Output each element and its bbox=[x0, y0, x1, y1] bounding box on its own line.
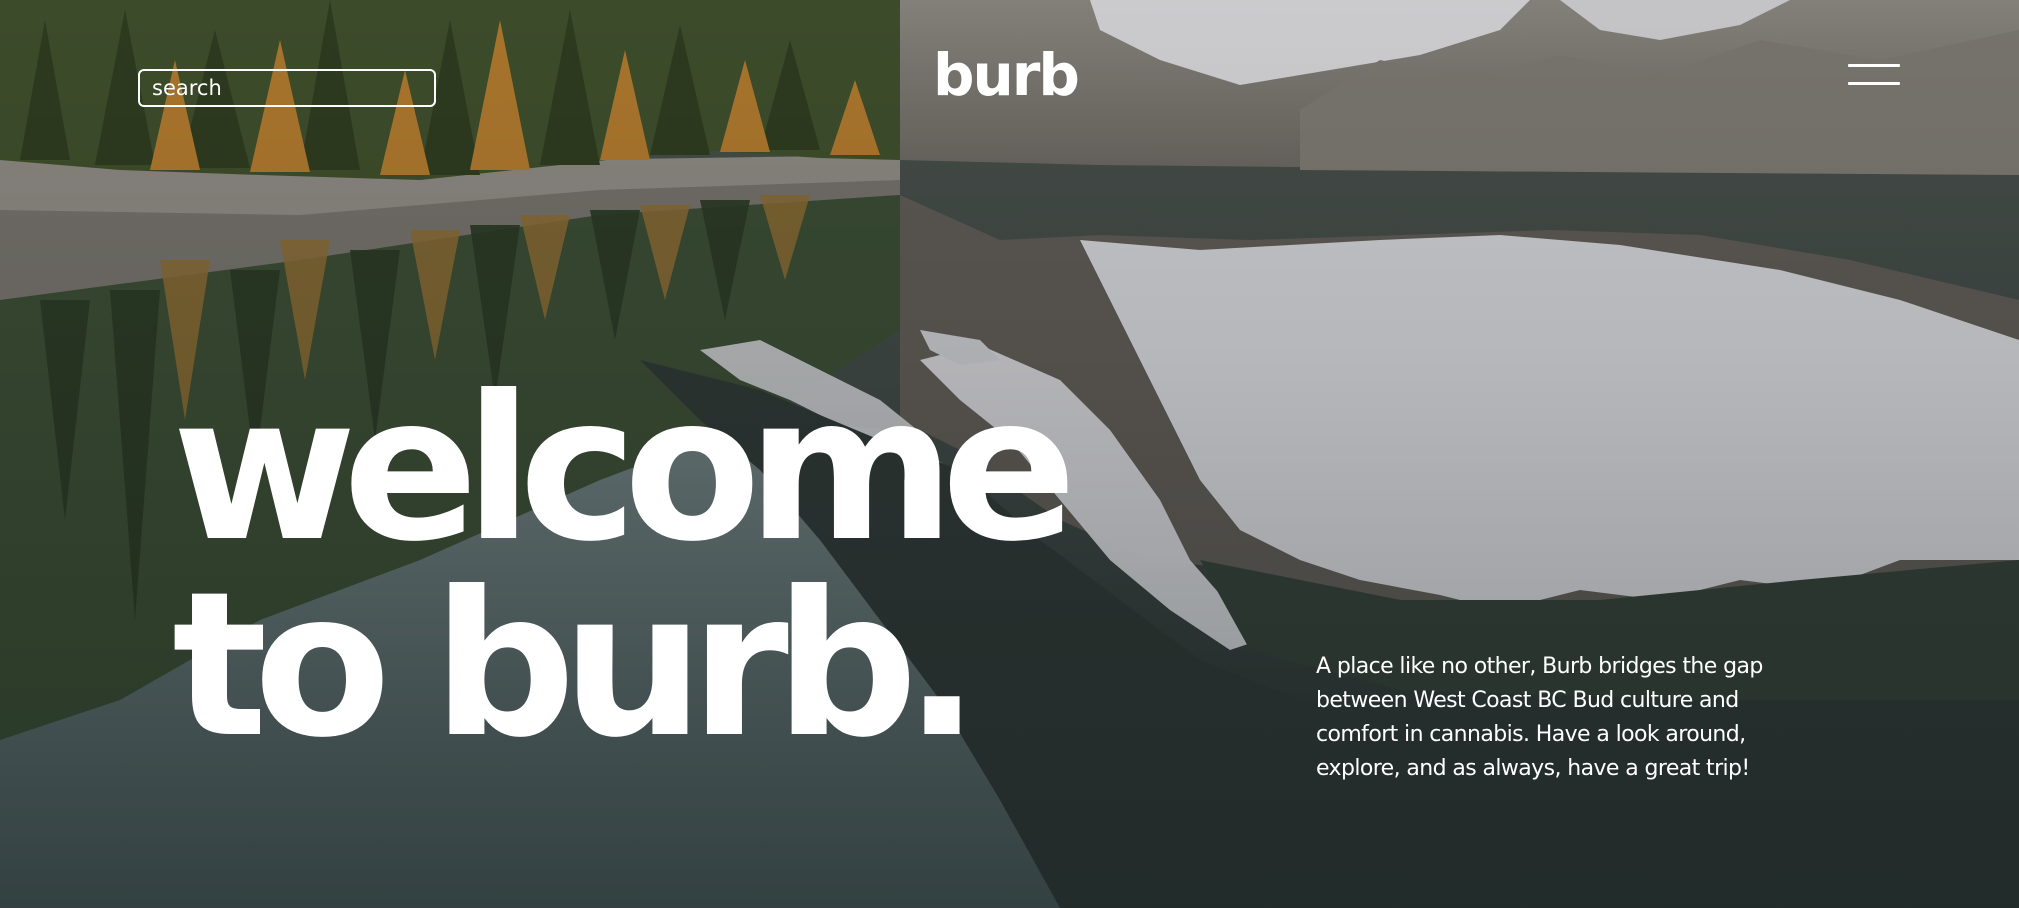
search-input[interactable] bbox=[138, 69, 436, 107]
hamburger-menu-icon[interactable] bbox=[1848, 62, 1902, 88]
hero-headline: welcome to burb. bbox=[172, 353, 1077, 782]
menu-bar-top bbox=[1848, 64, 1900, 67]
hero-section: burb welcome to burb. A place like no ot… bbox=[0, 0, 2019, 908]
headline-line-1: welcome bbox=[172, 353, 1077, 586]
hero-intro-text: A place like no other, Burb bridges the … bbox=[1316, 654, 1763, 781]
menu-bar-bottom bbox=[1848, 82, 1900, 85]
site-logo[interactable]: burb bbox=[933, 46, 1080, 104]
headline-line-2: to burb. bbox=[172, 549, 980, 782]
